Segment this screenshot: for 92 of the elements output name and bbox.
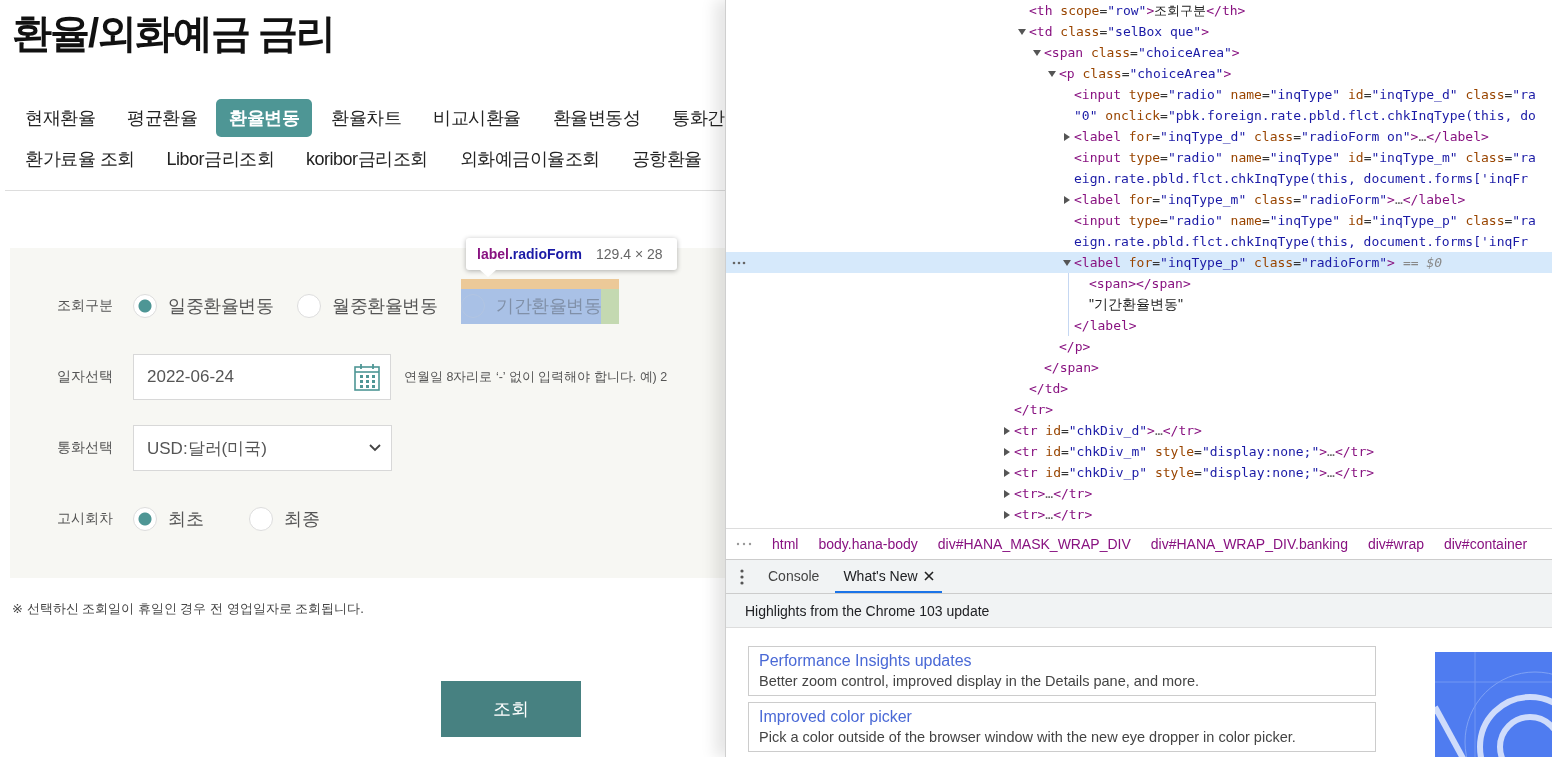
selected-node-row[interactable]: <label for="inqType_p" class="radioForm"> == $0 [726, 252, 1552, 273]
code-line: <p class="choiceArea"> [1059, 65, 1232, 83]
menu-tab[interactable]: 외화예금이율조회 [446, 140, 613, 178]
code-line: <label for="inqType_m" class="radioForm">…</label> [1074, 191, 1466, 209]
code-line: eign.rate.pbld.flct.chkInqType(this, document.forms['inqFr [1074, 233, 1528, 251]
breadcrumb[interactable]: div#HANA_WRAP_DIV.banking [1150, 536, 1348, 552]
expand-arrow-icon[interactable] [1063, 258, 1071, 267]
notice-text: ※ 선택하신 조회일이 휴일인 경우 전 영업일자로 조회됩니다. [12, 600, 364, 618]
radio-option[interactable]: 최초 [133, 501, 225, 537]
code-line: </p> [1059, 338, 1091, 356]
breadcrumb[interactable]: html [772, 536, 799, 552]
search-button[interactable]: 조회 [441, 681, 581, 737]
option-label: 월중환율변동 [332, 295, 437, 318]
menu-tab[interactable]: koribor금리조회 [293, 140, 441, 178]
radio-option[interactable]: 최종 [249, 501, 341, 537]
page-title: 환율/외화예금 금리 [12, 10, 335, 57]
radio-option[interactable]: 일중환율변동 [133, 288, 273, 324]
node-text: "기간환율변동" [1089, 295, 1183, 314]
currency-select[interactable]: USD:달러(미국) [133, 425, 392, 471]
code-line: <th scope="row">조회구분</th> [1029, 2, 1246, 20]
expand-arrow-icon[interactable] [1033, 48, 1041, 57]
radio-button[interactable] [133, 294, 157, 318]
radio-option[interactable]: 월중환율변동 [297, 288, 437, 324]
element-size: 129.4 × 28 [596, 246, 663, 262]
code-line: <span></span> [1089, 275, 1191, 293]
code-line: <input type="radio" name="inqType" id="inqType_p" class="ra [1074, 212, 1536, 230]
field-label: 조회구분 [57, 297, 114, 315]
code-line: <input type="radio" name="inqType" id="inqType_m" class="ra [1074, 149, 1536, 167]
menu-tab[interactable]: 환율차트 [318, 99, 414, 137]
code-line: </span> [1044, 359, 1099, 377]
field-label: 고시회차 [57, 510, 114, 528]
expand-arrow-icon[interactable] [1003, 510, 1011, 519]
code-line: eign.rate.pbld.flct.chkInqType(this, document.forms['inqFr [1074, 170, 1528, 188]
expand-arrow-icon[interactable] [1063, 132, 1071, 141]
menu-tab[interactable]: 비교시환율 [420, 99, 534, 137]
menu-tab[interactable]: 평균환율 [114, 99, 210, 137]
close-icon[interactable] [923, 570, 934, 581]
code-line: <label for="inqType_d" class="radioForm on">…</label> [1074, 128, 1489, 146]
code-line: <tr id="chkDiv_p" style="display:none;">…</tr> [1014, 464, 1375, 482]
expand-arrow-icon[interactable] [1003, 447, 1011, 456]
more-icon[interactable] [732, 261, 746, 265]
code-line: <input type="radio" name="inqType" id="inqType_d" class="ra [1074, 86, 1536, 104]
code-line: <tr id="chkDiv_d">…</tr> [1014, 422, 1202, 440]
code-line: </label> [1074, 317, 1137, 335]
breadcrumb[interactable]: div#wrap [1367, 536, 1424, 552]
whats-new-heading: Highlights from the Chrome 103 update [726, 594, 1552, 628]
option-label: 일중환율변동 [168, 295, 273, 318]
feature-description: Better zoom control, improved display in the Details pane, and more. [759, 673, 1201, 689]
feature-link[interactable]: Improved color picker [759, 708, 1365, 726]
menu-tab[interactable]: Libor금리조회 [153, 140, 288, 178]
breadcrumb[interactable]: body.hana-body [818, 536, 918, 552]
code-line: <td class="selBox que"> [1029, 23, 1210, 41]
expand-arrow-icon[interactable] [1048, 69, 1056, 78]
option-label: 최종 [284, 508, 319, 531]
hint-text: 연월일 8자리로 ‘-’ 없이 입력해야 합니다. 예) 2 [404, 368, 668, 386]
expand-arrow-icon[interactable] [1003, 426, 1011, 435]
console-reference: == $0 [1402, 254, 1443, 272]
code-line: "0" onclick="pbk.foreign.rate.pbld.flct.chkInqType(this, do [1074, 107, 1536, 125]
option-label: 최초 [168, 508, 203, 531]
chevron-down-icon [369, 444, 381, 452]
field-label: 일자선택 [57, 368, 114, 386]
expand-arrow-icon[interactable] [1003, 489, 1011, 498]
code-line: <tr>…</tr> [1014, 485, 1093, 503]
option-label: 기간환율변동 [496, 295, 601, 318]
drawer-tab[interactable]: Console [760, 560, 828, 593]
menu-tab[interactable]: 환율변동성 [539, 99, 653, 137]
radio-button[interactable] [249, 507, 273, 531]
feature-link[interactable]: Performance Insights updates [759, 652, 1365, 670]
menu-tab[interactable]: 공항환율 [618, 140, 715, 178]
code-line: </tr> [1014, 401, 1054, 419]
feature-description: Pick a color outside of the browser window with the new eye dropper in color picker. [759, 729, 1297, 745]
code-line: <tr>…</tr> [1014, 506, 1093, 524]
date-field[interactable]: 2022-06-24 [133, 354, 391, 400]
field-label: 통화선택 [57, 439, 114, 457]
menu-tab[interactable]: 환가료율 조회 [12, 140, 148, 178]
code-line: </td> [1029, 380, 1069, 398]
more-vertical-icon[interactable] [740, 568, 744, 585]
scroll-left-icon[interactable] [736, 542, 752, 546]
code-line: <tr id="chkDiv_m" style="display:none;">…</tr> [1014, 443, 1375, 461]
menu-tab[interactable]: 통화간 [659, 99, 725, 137]
breadcrumb[interactable]: div#container [1443, 536, 1528, 552]
code-line: <span class="choiceArea"> [1044, 44, 1240, 62]
radio-button[interactable] [297, 294, 321, 318]
breadcrumb[interactable]: div#HANA_MASK_WRAP_DIV [937, 536, 1131, 552]
expand-arrow-icon[interactable] [1018, 27, 1026, 36]
calendar-icon[interactable] [354, 363, 380, 391]
code-line: <label for="inqType_p" class="radioForm"> [1074, 254, 1395, 272]
expand-arrow-icon[interactable] [1003, 468, 1011, 477]
expand-arrow-icon[interactable] [1063, 195, 1071, 204]
radio-button[interactable] [133, 507, 157, 531]
element-selector: label.radioForm [477, 246, 583, 262]
menu-tab[interactable]: 현재환율 [12, 99, 108, 137]
